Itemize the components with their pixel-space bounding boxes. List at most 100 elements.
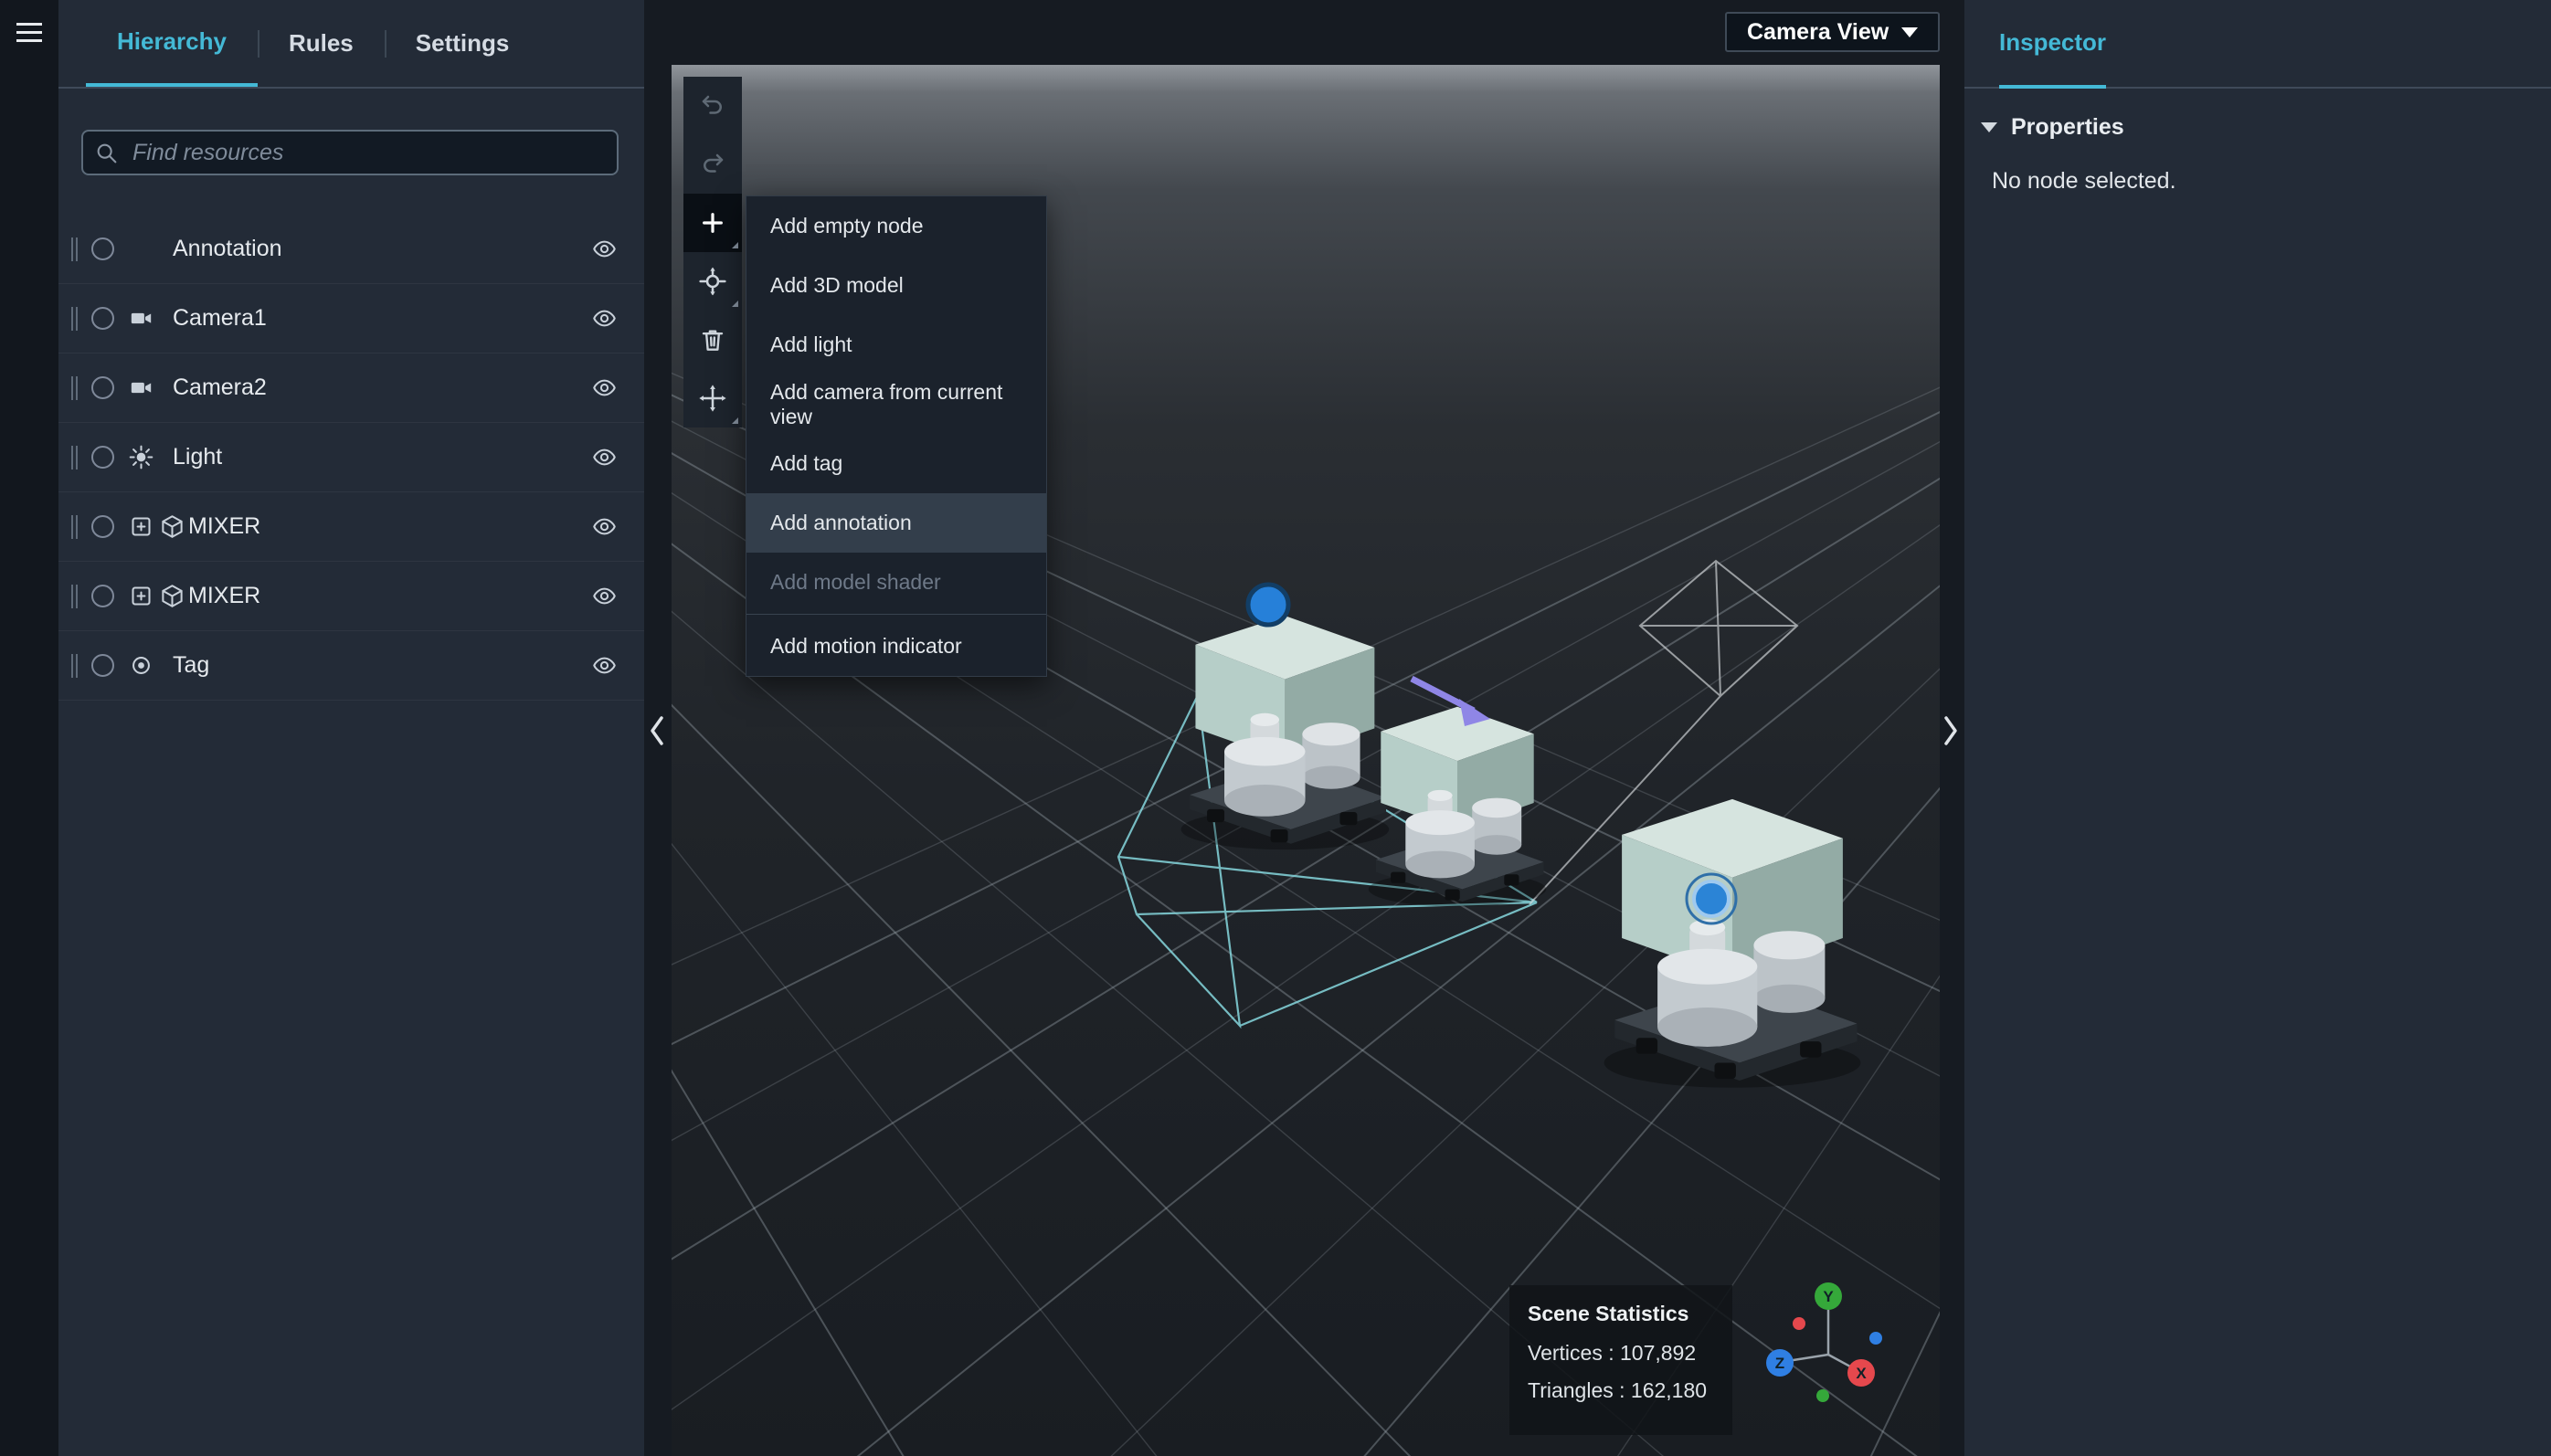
scene-statistics-title: Scene Statistics	[1528, 1302, 1689, 1325]
activity-strip	[0, 0, 58, 1456]
mixer-model-left[interactable]	[1180, 616, 1390, 850]
menu-item-add-motion-indicator[interactable]: Add motion indicator	[746, 617, 1046, 676]
undo-button[interactable]	[683, 77, 742, 135]
hierarchy-row-annotation[interactable]: Annotation	[58, 215, 644, 284]
delete-button[interactable]	[683, 311, 742, 369]
node-label: Camera2	[173, 375, 267, 400]
search-container	[81, 130, 619, 175]
scene-toolbar	[683, 77, 742, 427]
properties-label: Properties	[2011, 114, 2124, 140]
node-label: MIXER	[188, 583, 261, 608]
transform-gizmo-button[interactable]	[683, 252, 742, 311]
viewport-column: Add empty node Add 3D model Add light Ad…	[644, 0, 1964, 1456]
tag-marker-selected[interactable]	[1685, 872, 1738, 925]
vertices-count: Vertices : 107,892	[1528, 1341, 1697, 1365]
visibility-eye-icon[interactable]	[584, 646, 624, 686]
axis-neg-dot-blue	[1869, 1332, 1882, 1345]
menu-item-add-camera-from-current-view[interactable]: Add camera from current view	[746, 375, 1046, 434]
tab-hierarchy[interactable]: Hierarchy	[86, 0, 258, 87]
camera-view-label: Camera View	[1747, 18, 1889, 45]
axis-y-label: Y	[1823, 1288, 1834, 1305]
video-camera-icon	[131, 382, 152, 394]
hierarchy-row-mixer1[interactable]: MIXER	[58, 492, 644, 562]
tab-rules[interactable]: Rules	[257, 0, 385, 87]
hierarchy-row-camera2[interactable]: Camera2	[58, 353, 644, 423]
radio-button[interactable]	[91, 376, 114, 399]
component-icon	[132, 517, 151, 536]
cube-icon	[162, 515, 183, 538]
redo-button[interactable]	[683, 135, 742, 194]
camera-view-dropdown[interactable]: Camera View	[1725, 12, 1941, 52]
drag-handle[interactable]	[71, 306, 73, 331]
visibility-eye-icon[interactable]	[584, 299, 624, 339]
drag-handle[interactable]	[71, 375, 73, 400]
add-object-context-menu: Add empty node Add 3D model Add light Ad…	[746, 195, 1047, 677]
radio-button[interactable]	[91, 515, 114, 538]
video-camera-icon	[131, 312, 152, 324]
drag-handle[interactable]	[71, 653, 73, 678]
menu-item-add-light[interactable]: Add light	[746, 315, 1046, 375]
axis-neg-dot-red	[1793, 1317, 1805, 1330]
mixer-model-right[interactable]	[1604, 798, 1861, 1088]
scene-statistics-panel: Scene Statistics Vertices : 107,892 Tria…	[1509, 1285, 1732, 1435]
left-panel-tabs: Hierarchy Rules Settings	[58, 0, 644, 89]
radio-button[interactable]	[91, 237, 114, 260]
magnifier-icon	[97, 143, 117, 164]
tag-marker[interactable]	[1245, 582, 1291, 628]
tab-settings[interactable]: Settings	[384, 0, 541, 87]
radio-button[interactable]	[91, 654, 114, 677]
visibility-eye-icon[interactable]	[584, 229, 624, 269]
hierarchy-row-camera1[interactable]: Camera1	[58, 284, 644, 353]
cube-icon	[162, 585, 183, 607]
add-object-button[interactable]	[683, 194, 742, 252]
node-label: Annotation	[173, 236, 282, 261]
visibility-eye-icon[interactable]	[584, 438, 624, 478]
menu-item-add-model-shader[interactable]: Add model shader	[746, 553, 1046, 612]
axis-z-label: Z	[1775, 1355, 1784, 1372]
node-label: Camera1	[173, 305, 267, 331]
collapse-left-panel-arrow[interactable]	[645, 712, 669, 749]
search-input[interactable]	[81, 130, 619, 175]
node-label: Light	[173, 444, 223, 470]
visibility-eye-icon[interactable]	[584, 576, 624, 617]
menu-divider	[746, 614, 1046, 615]
caret-down-icon	[1901, 26, 1919, 37]
hierarchy-row-mixer2[interactable]: MIXER	[58, 562, 644, 631]
drag-handle[interactable]	[71, 237, 73, 261]
no-node-selected-message: No node selected.	[1992, 168, 2176, 194]
hierarchy-panel: Hierarchy Rules Settings Annotation Came…	[58, 0, 644, 1456]
collapse-right-panel-arrow[interactable]	[1939, 712, 1963, 749]
menu-item-add-tag[interactable]: Add tag	[746, 434, 1046, 493]
visibility-eye-icon[interactable]	[584, 368, 624, 408]
sun-icon	[129, 445, 153, 470]
collapse-triangle-icon	[1981, 122, 1997, 132]
menu-item-add-3d-model[interactable]: Add 3D model	[746, 256, 1046, 315]
axis-orientation-gizmo[interactable]: Y Z X	[1731, 1271, 1925, 1453]
menu-item-add-empty-node[interactable]: Add empty node	[746, 196, 1046, 256]
axis-x-label: X	[1856, 1365, 1867, 1382]
menu-item-add-annotation[interactable]: Add annotation	[746, 493, 1046, 553]
hierarchy-row-tag[interactable]: Tag	[58, 631, 644, 701]
radio-button[interactable]	[91, 307, 114, 330]
drag-handle[interactable]	[71, 445, 73, 470]
triangles-count: Triangles : 162,180	[1528, 1378, 1708, 1402]
inspector-header: Inspector	[1964, 0, 2551, 89]
move-tool-button[interactable]	[683, 369, 742, 427]
tab-inspector[interactable]: Inspector	[1999, 0, 2107, 89]
3d-viewport[interactable]: Add empty node Add 3D model Add light Ad…	[672, 65, 1940, 1456]
properties-section-header[interactable]: Properties	[1964, 89, 2551, 141]
axis-neg-dot-green	[1816, 1389, 1829, 1402]
hamburger-menu-icon[interactable]	[0, 0, 58, 64]
hierarchy-list: Annotation Camera1 Camera2 Light MIXER M…	[58, 215, 644, 701]
hierarchy-row-light[interactable]: Light	[58, 423, 644, 492]
component-icon	[132, 586, 151, 606]
node-label: MIXER	[188, 513, 261, 539]
inspector-panel: Inspector Properties No node selected.	[1964, 0, 2551, 1456]
radio-button[interactable]	[91, 446, 114, 469]
node-label: Tag	[173, 652, 210, 678]
radio-button[interactable]	[91, 585, 114, 607]
visibility-eye-icon[interactable]	[584, 507, 624, 547]
drag-handle[interactable]	[71, 514, 73, 539]
drag-handle[interactable]	[71, 584, 73, 608]
mixer-model-middle[interactable]	[1368, 706, 1547, 907]
